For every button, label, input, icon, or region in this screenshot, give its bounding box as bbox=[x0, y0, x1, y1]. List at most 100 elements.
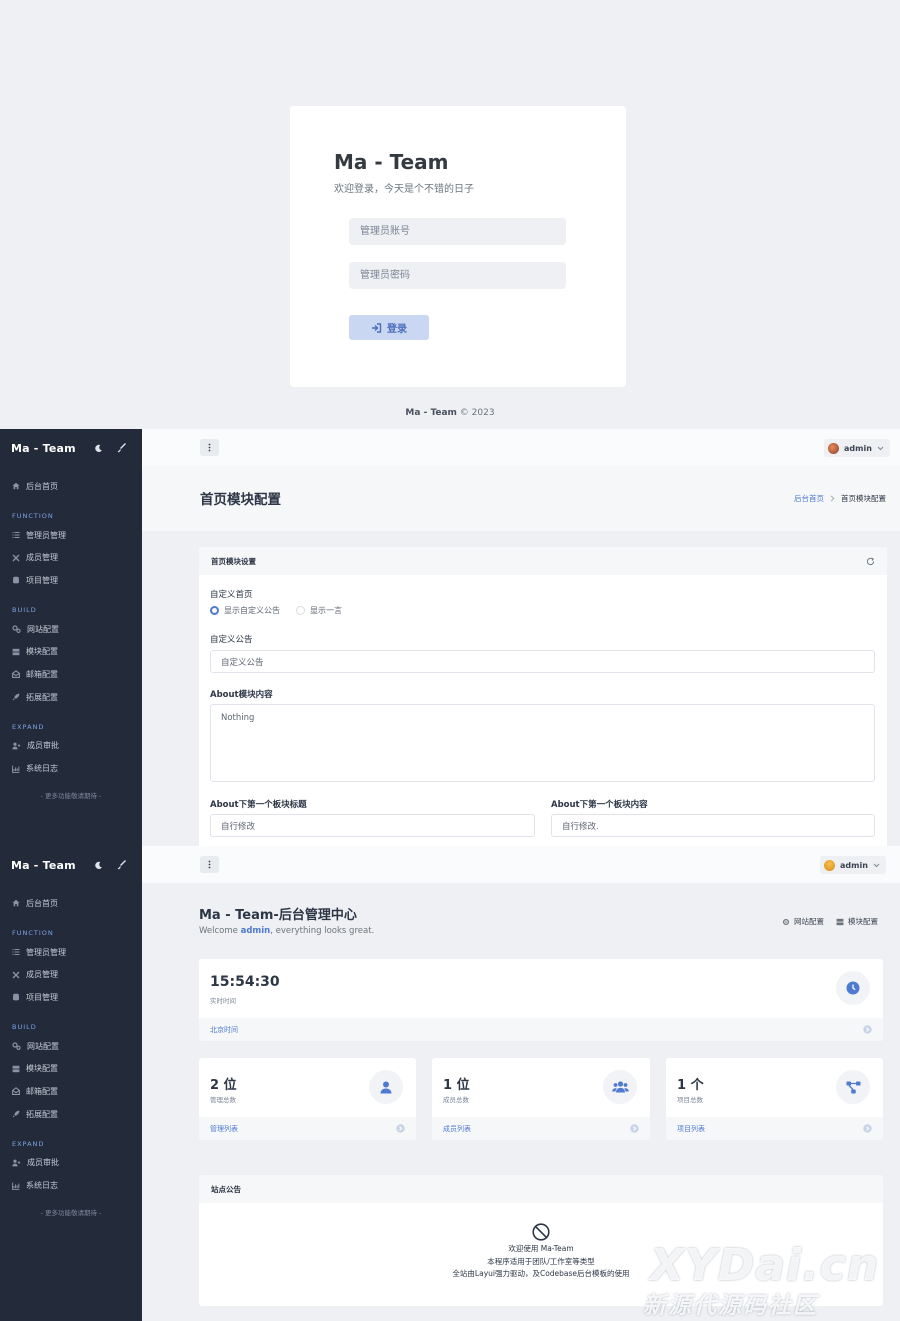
time-card-footer[interactable]: 北京时间 bbox=[199, 1018, 883, 1041]
ellipsis-vertical-icon bbox=[208, 860, 211, 869]
sidebar-group-build: BUILD bbox=[12, 1022, 37, 1031]
module-config-label: 模块配置 bbox=[848, 917, 878, 926]
sidebar-group-function: FUNCTION bbox=[12, 511, 54, 520]
sidebar-item-label: 项目管理 bbox=[26, 575, 58, 585]
envelope-open-icon bbox=[12, 1087, 20, 1096]
stat-link[interactable]: 管理列表 bbox=[210, 1124, 238, 1134]
brush-icon[interactable] bbox=[113, 439, 131, 457]
block-content-input[interactable]: 自行修改. bbox=[551, 814, 875, 837]
sign-in-icon bbox=[371, 322, 382, 333]
stat-link[interactable]: 项目列表 bbox=[677, 1124, 705, 1134]
sidebar-header: Ma - Team bbox=[0, 846, 142, 884]
sidebar-item-logs[interactable]: 系统日志 bbox=[0, 1174, 142, 1197]
sidebar-item-members[interactable]: 成员管理 bbox=[0, 546, 142, 569]
stat-card-footer[interactable]: 管理列表 bbox=[199, 1117, 416, 1140]
stat-card-footer[interactable]: 成员列表 bbox=[432, 1117, 650, 1140]
login-card: Ma - Team 欢迎登录，今天是个不错的日子 登录 bbox=[290, 106, 626, 387]
sidebar-item-admins[interactable]: 管理员管理 bbox=[0, 941, 142, 964]
site-config-label: 网站配置 bbox=[794, 917, 824, 926]
project-diagram-icon bbox=[836, 1070, 870, 1104]
sidebar-item-projects[interactable]: 项目管理 bbox=[0, 986, 142, 1009]
menu-toggle-button[interactable] bbox=[200, 439, 219, 456]
custom-notice-input[interactable]: 自定义公告 bbox=[210, 650, 875, 673]
password-input[interactable] bbox=[349, 262, 566, 289]
stat-value: 1 位 bbox=[443, 1078, 470, 1093]
sidebar-item-label: 拓展配置 bbox=[26, 1109, 58, 1119]
brush-icon[interactable] bbox=[113, 856, 131, 874]
chart-icon bbox=[12, 1182, 20, 1190]
dashboard-actions: 网站配置 模块配置 bbox=[782, 916, 878, 927]
sidebar-brand[interactable]: Ma - Team bbox=[11, 859, 83, 872]
module-settings-panel: 首页模块设置 自定义首页 显示自定义公告 显示一言 自定义公告 自定义公告 Ab… bbox=[199, 547, 887, 846]
sidebar-item-site-config[interactable]: 网站配置 bbox=[0, 618, 142, 641]
tools-icon bbox=[12, 554, 20, 562]
sidebar-item-extension-config[interactable]: 拓展配置 bbox=[0, 1103, 142, 1126]
menu-toggle-button[interactable] bbox=[200, 856, 219, 873]
page-title: 首页模块配置 bbox=[200, 492, 281, 508]
sidebar-item-projects[interactable]: 项目管理 bbox=[0, 569, 142, 592]
stat-label: 项目总数 bbox=[677, 1096, 703, 1104]
sidebar-item-module-config[interactable]: 模块配置 bbox=[0, 640, 142, 663]
site-config-link[interactable]: 网站配置 bbox=[782, 916, 824, 927]
sidebar-item-label: 管理员管理 bbox=[26, 530, 66, 540]
stat-link[interactable]: 成员列表 bbox=[443, 1124, 471, 1134]
sidebar-item-approval[interactable]: 成员审批 bbox=[0, 735, 142, 758]
time-footer-link[interactable]: 北京时间 bbox=[210, 1025, 238, 1035]
moon-icon[interactable] bbox=[89, 856, 107, 874]
chevron-down-icon bbox=[877, 446, 884, 450]
page-header: 首页模块配置 后台首页 首页模块配置 bbox=[142, 466, 900, 531]
dashboard-title: Ma - Team-后台管理中心 bbox=[199, 908, 357, 923]
username-input[interactable] bbox=[349, 218, 566, 245]
sidebar-item-label: 后台首页 bbox=[26, 481, 58, 491]
sidebar-item-home[interactable]: 后台首页 bbox=[0, 475, 142, 498]
avatar bbox=[828, 442, 839, 454]
about-content-textarea[interactable]: Nothing bbox=[210, 704, 875, 782]
stat-card-admins: 2 位 管理总数 管理列表 bbox=[199, 1058, 416, 1140]
user-menu-button[interactable]: admin bbox=[820, 856, 886, 874]
sidebar-item-mail-config[interactable]: 邮箱配置 bbox=[0, 1080, 142, 1103]
cogs-icon bbox=[12, 1042, 21, 1051]
sidebar-item-logs[interactable]: 系统日志 bbox=[0, 757, 142, 780]
block-title-input[interactable]: 自行修改 bbox=[210, 814, 535, 837]
block-content-label: About下第一个板块内容 bbox=[551, 800, 648, 810]
block-title-label: About下第一个板块标题 bbox=[210, 800, 307, 810]
database-icon bbox=[13, 994, 19, 1001]
time-value: 15:54:30 bbox=[210, 974, 280, 990]
sidebar-item-site-config[interactable]: 网站配置 bbox=[0, 1035, 142, 1058]
list-icon bbox=[12, 949, 20, 956]
moon-icon[interactable] bbox=[89, 439, 107, 457]
sidebar-item-admins[interactable]: 管理员管理 bbox=[0, 524, 142, 547]
refresh-icon[interactable] bbox=[866, 557, 875, 566]
radio-quote[interactable] bbox=[296, 606, 305, 615]
login-button[interactable]: 登录 bbox=[349, 315, 429, 340]
radio-custom-notice[interactable] bbox=[210, 606, 219, 615]
stat-label: 管理总数 bbox=[210, 1096, 236, 1104]
radio-quote-label: 显示一言 bbox=[310, 606, 342, 615]
rocket-icon bbox=[12, 1110, 20, 1118]
sidebar-item-members[interactable]: 成员管理 bbox=[0, 963, 142, 986]
user-name: admin bbox=[840, 860, 868, 870]
module-config-link[interactable]: 模块配置 bbox=[836, 916, 878, 927]
stat-value: 1 个 bbox=[677, 1078, 704, 1093]
sidebar-item-label: 邮箱配置 bbox=[26, 669, 58, 679]
sidebar-item-module-config[interactable]: 模块配置 bbox=[0, 1057, 142, 1080]
arrow-circle-right-icon bbox=[630, 1124, 639, 1133]
sidebar-group-function: FUNCTION bbox=[12, 928, 54, 937]
sidebar-item-approval[interactable]: 成员审批 bbox=[0, 1152, 142, 1175]
sidebar-group-build: BUILD bbox=[12, 605, 37, 614]
stat-card-footer[interactable]: 项目列表 bbox=[666, 1117, 883, 1140]
breadcrumb-home[interactable]: 后台首页 bbox=[794, 493, 824, 504]
notice-title: 站点公告 bbox=[211, 1184, 241, 1194]
login-button-label: 登录 bbox=[387, 324, 407, 335]
arrow-circle-right-icon bbox=[863, 1025, 872, 1034]
user-menu-button[interactable]: admin bbox=[824, 439, 890, 457]
sidebar-item-label: 系统日志 bbox=[26, 764, 58, 774]
sidebar: Ma - Team 后台首页 FUNCTION 管理员管理 成员管理 项目管理 … bbox=[0, 846, 142, 1321]
sidebar-item-mail-config[interactable]: 邮箱配置 bbox=[0, 663, 142, 686]
server-icon bbox=[12, 1065, 20, 1072]
user-icon bbox=[369, 1070, 403, 1104]
sidebar-item-extension-config[interactable]: 拓展配置 bbox=[0, 686, 142, 709]
sidebar-item-home[interactable]: 后台首页 bbox=[0, 892, 142, 915]
sidebar-brand[interactable]: Ma - Team bbox=[11, 442, 83, 455]
rocket-icon bbox=[12, 693, 20, 701]
